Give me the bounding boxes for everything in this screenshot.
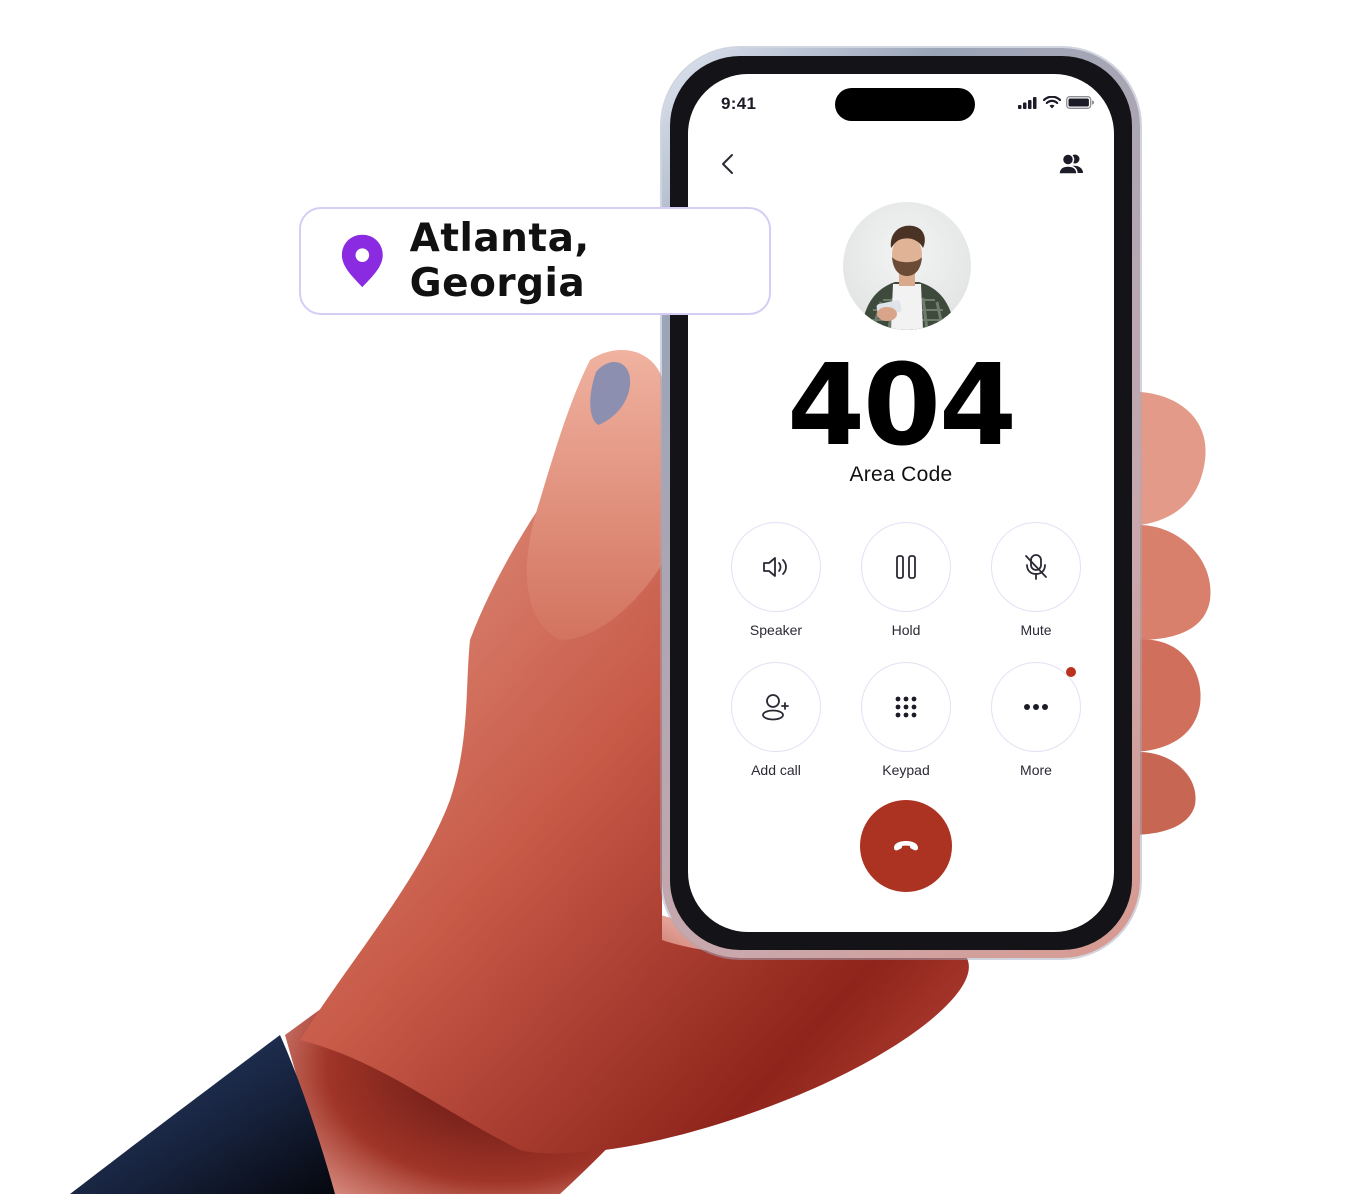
contacts-icon [1058, 153, 1083, 175]
area-code-number: 404 [787, 341, 1017, 471]
mute-control: Mute [971, 522, 1101, 638]
keypad-icon [895, 696, 917, 718]
more-button[interactable] [991, 662, 1081, 752]
add-call-label: Add call [751, 762, 801, 778]
battery-icon [1066, 96, 1094, 109]
keypad-label: Keypad [882, 762, 930, 778]
end-call-button[interactable] [860, 800, 952, 892]
mute-label: Mute [1020, 622, 1052, 638]
mute-button[interactable] [991, 522, 1081, 612]
speaker-label: Speaker [749, 622, 803, 638]
dynamic-island [835, 88, 975, 121]
more-control: More [971, 662, 1101, 778]
area-code-label: Area Code [849, 463, 953, 486]
hold-button[interactable] [861, 522, 951, 612]
speaker-control: Speaker [711, 522, 841, 638]
map-pin-icon [341, 234, 383, 288]
back-button[interactable] [718, 152, 740, 176]
more-label: More [1020, 762, 1052, 778]
caller-avatar [843, 202, 971, 330]
cellular-signal-icon [1018, 96, 1037, 109]
pause-icon [896, 555, 916, 579]
location-card: Atlanta, Georgia [299, 207, 771, 315]
speaker-button[interactable] [731, 522, 821, 612]
chevron-left-icon [722, 154, 733, 174]
keypad-control: Keypad [841, 662, 971, 778]
speaker-icon [763, 557, 787, 577]
mic-off-icon [1025, 554, 1047, 580]
more-icon [1024, 704, 1048, 710]
add-call-control: Add call [711, 662, 841, 778]
phone-screen: 9:41 404 Area Code Speaker Hold Mute Add… [688, 74, 1114, 932]
notification-dot [1066, 667, 1076, 677]
wifi-icon [1043, 96, 1061, 109]
hang-up-icon [894, 841, 918, 851]
status-time: 9:41 [721, 94, 757, 113]
add-user-icon [762, 694, 789, 721]
hold-control: Hold [841, 522, 971, 638]
location-text: Atlanta, Georgia [409, 216, 590, 306]
add-call-button[interactable] [731, 662, 821, 752]
hold-label: Hold [891, 622, 921, 638]
promo-scene: 9:41 404 Area Code Speaker Hold Mute Add… [0, 0, 1350, 1194]
status-icons [1018, 96, 1094, 109]
person-photo [861, 225, 955, 330]
keypad-button[interactable] [861, 662, 951, 752]
phone-bezel: 9:41 404 Area Code Speaker Hold Mute Add… [670, 56, 1132, 950]
contacts-button[interactable] [1058, 152, 1084, 176]
phone-frame: 9:41 404 Area Code Speaker Hold Mute Add… [662, 48, 1140, 958]
